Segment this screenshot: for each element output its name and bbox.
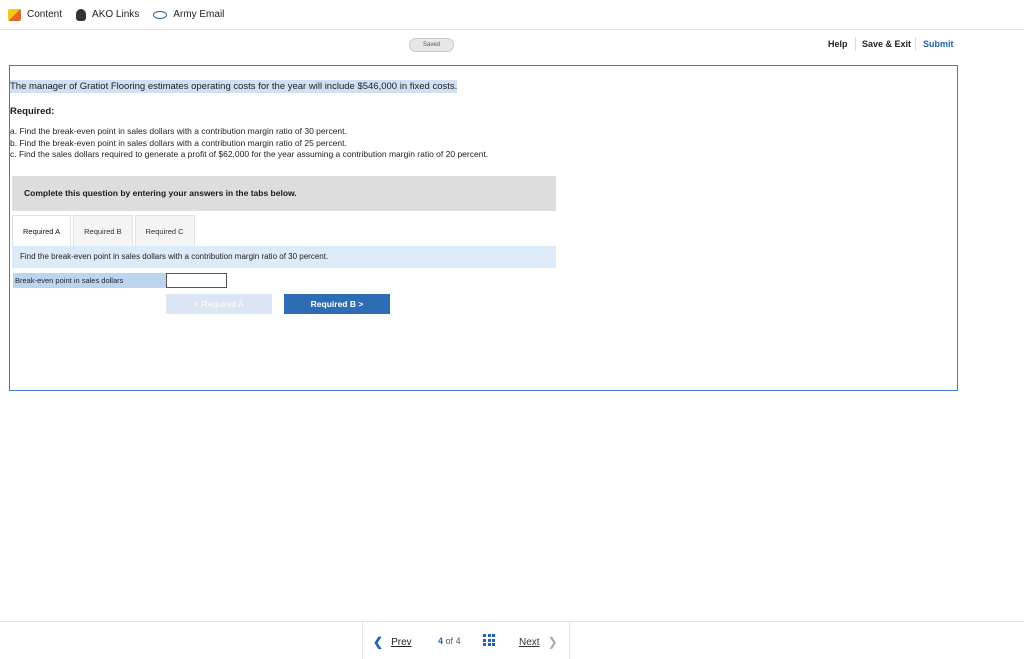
saved-indicator: Saved: [409, 38, 454, 52]
prev-required-button[interactable]: < Required A: [166, 294, 272, 314]
bookmark-label: Content: [27, 9, 63, 20]
break-even-input[interactable]: [166, 273, 227, 288]
save-exit-button[interactable]: Save & Exit: [862, 39, 911, 49]
instruction-banner: Complete this question by entering your …: [12, 176, 556, 211]
toolbar-divider: [915, 37, 916, 51]
prev-label: Prev: [391, 636, 412, 648]
tab-required-a[interactable]: Required A: [12, 215, 72, 246]
bookmark-army-email[interactable]: Army Email: [153, 9, 224, 20]
bookmark-content[interactable]: Content: [8, 8, 63, 21]
grid-icon[interactable]: [483, 634, 495, 646]
help-button[interactable]: Help: [828, 39, 848, 49]
page-indicator: 4 of 4: [438, 636, 461, 646]
tab-panel-description: Find the break-even point in sales dolla…: [12, 246, 556, 268]
next-label: Next: [519, 636, 540, 648]
ako-icon: [76, 8, 87, 21]
page-current: 4: [438, 636, 444, 646]
required-item-a: a. Find the break-even point in sales do…: [10, 126, 347, 136]
page-of: of: [445, 636, 454, 646]
footer-pager: ❮ Prev 4 of 4 Next ❯: [362, 622, 570, 659]
required-heading: Required:: [10, 106, 55, 117]
next-required-button[interactable]: Required B >: [284, 294, 390, 314]
assignment-toolbar: Saved Help Save & Exit Submit: [0, 30, 1024, 60]
required-tabs: Required A Required B Required C: [12, 215, 197, 246]
toolbar-divider: [855, 37, 856, 51]
prev-question-button[interactable]: ❮ Prev: [373, 635, 412, 649]
bookmark-ako-links[interactable]: AKO Links: [76, 8, 140, 21]
answer-label: Break-even point in sales dollars: [13, 273, 166, 288]
next-question-button[interactable]: Next ❯: [519, 635, 558, 649]
answer-row: Break-even point in sales dollars: [13, 273, 227, 288]
required-list: a. Find the break-even point in sales do…: [10, 126, 488, 161]
submit-button[interactable]: Submit: [923, 39, 954, 49]
bookmarks-bar: Content AKO Links Army Email: [0, 0, 1024, 30]
bookmark-label: Army Email: [173, 9, 225, 20]
required-item-b: b. Find the break-even point in sales do…: [10, 137, 347, 148]
chevron-right-icon: ❯: [547, 635, 558, 649]
footer-nav: ❮ Prev 4 of 4 Next ❯: [0, 621, 1024, 659]
chevron-left-icon: ❮: [373, 635, 384, 649]
content-icon: [8, 8, 21, 21]
question-stem: The manager of Gratiot Flooring estimate…: [10, 80, 458, 93]
question-container: The manager of Gratiot Flooring estimate…: [9, 65, 958, 391]
required-item-c: c. Find the sales dollars required to ge…: [10, 149, 489, 159]
tab-required-c[interactable]: Required C: [134, 215, 195, 246]
mail-icon: [153, 10, 168, 19]
page-total: 4: [455, 636, 461, 646]
bookmark-label: AKO Links: [92, 9, 140, 20]
tab-required-b[interactable]: Required B: [73, 215, 133, 246]
